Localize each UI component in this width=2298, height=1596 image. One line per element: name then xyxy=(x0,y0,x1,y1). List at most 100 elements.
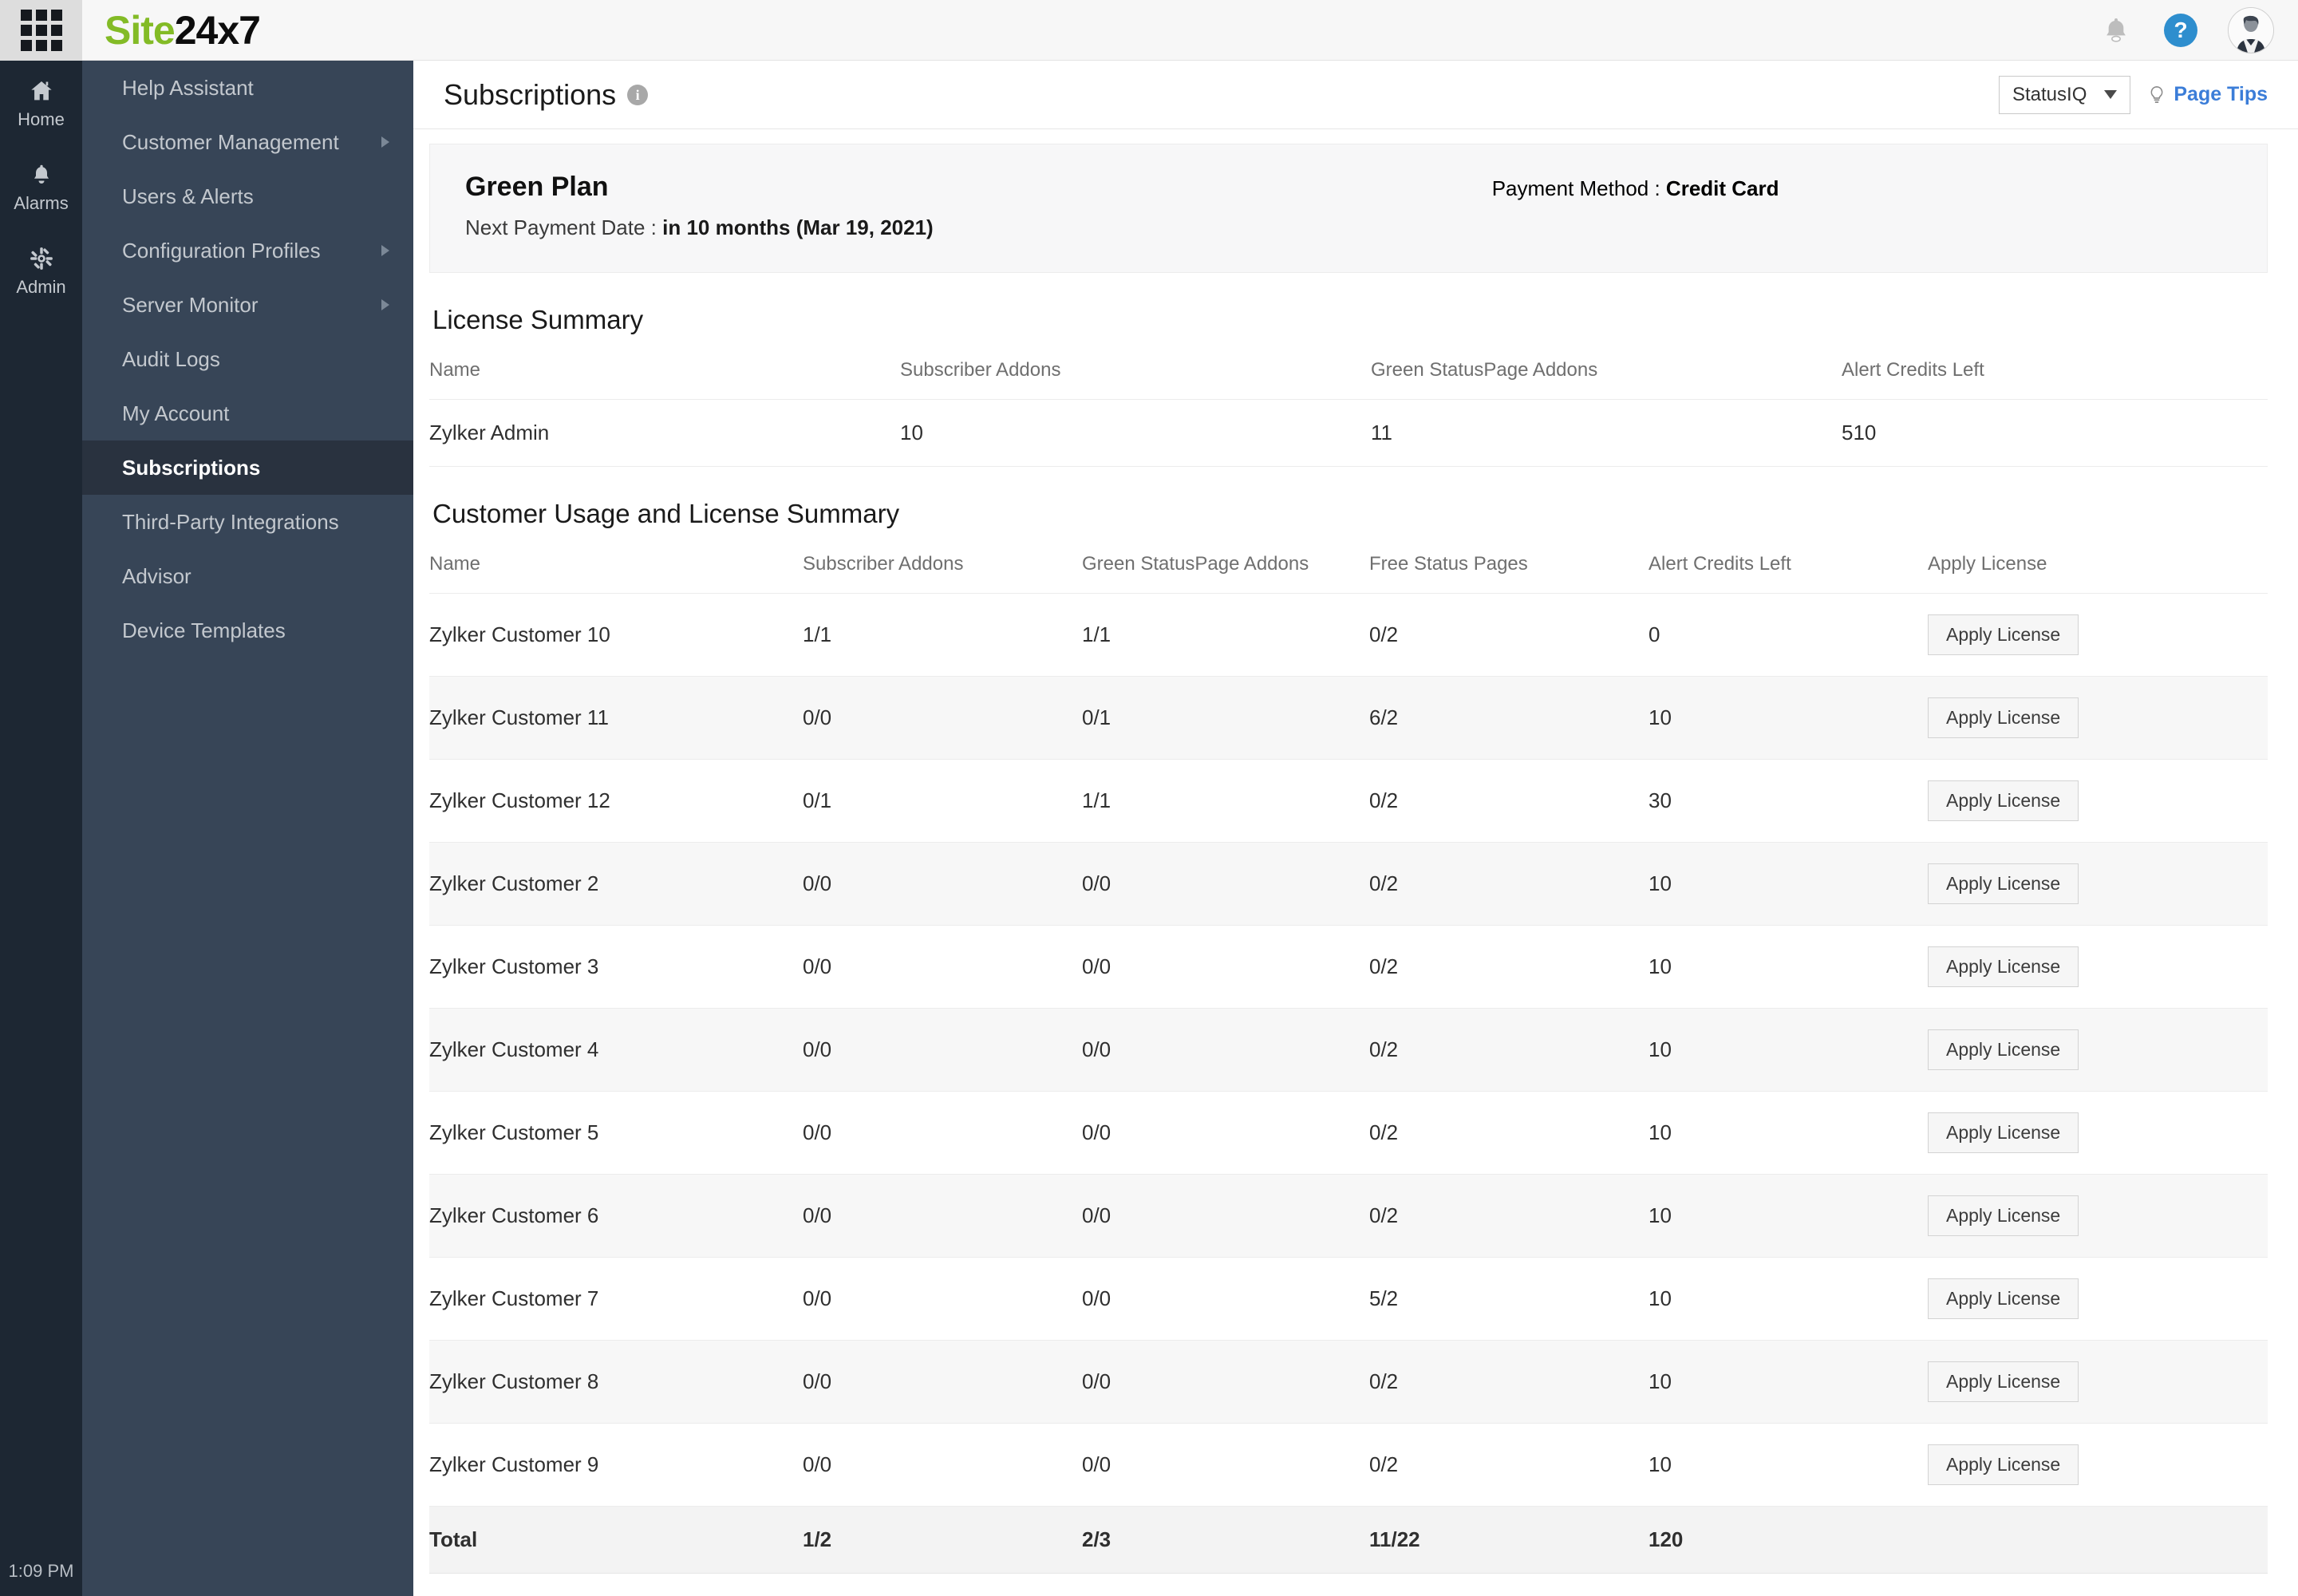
avatar[interactable] xyxy=(2228,6,2274,53)
product-select-value: StatusIQ xyxy=(2012,83,2087,105)
apply-license-button[interactable]: Apply License xyxy=(1928,1112,2079,1153)
cell-total-subscriber-addons: 1/2 xyxy=(803,1506,1082,1574)
sidebar-item-label: Users & Alerts xyxy=(122,184,254,208)
cell-name: Zylker Customer 6 xyxy=(429,1174,803,1258)
sidebar-item-label: Third-Party Integrations xyxy=(122,509,339,534)
apply-license-button[interactable]: Apply License xyxy=(1928,863,2079,904)
cell-apply-license: Apply License xyxy=(1928,842,2268,926)
cell-subscriber-addons: 0/0 xyxy=(803,1174,1082,1258)
table-row: Zylker Customer 2 0/0 0/0 0/2 10 Apply Licens… xyxy=(429,842,2268,926)
sidebar-item-label: Server Monitor xyxy=(122,292,259,317)
chevron-down-icon xyxy=(2104,90,2118,99)
apply-license-button[interactable]: Apply License xyxy=(1928,780,2079,821)
chevron-right-icon xyxy=(381,136,389,148)
cell-name: Zylker Customer 11 xyxy=(429,676,803,760)
rail-item-admin[interactable]: Admin xyxy=(0,228,82,312)
sidebar-item-label: Help Assistant xyxy=(122,75,254,100)
apply-license-button[interactable]: Apply License xyxy=(1928,1029,2079,1070)
rail-label-alarms: Alarms xyxy=(14,193,69,213)
cell-alert-credits-left: 30 xyxy=(1648,759,1928,843)
sidebar-item-advisor[interactable]: Advisor xyxy=(82,549,413,603)
cell-name: Zylker Customer 9 xyxy=(429,1423,803,1507)
table-row: Zylker Customer 9 0/0 0/0 0/2 10 Apply Licens… xyxy=(429,1423,2268,1507)
apps-grid-glyph xyxy=(20,9,62,51)
table-row: Zylker Customer 12 0/1 1/1 0/2 30 Apply Licen… xyxy=(429,759,2268,843)
usage-summary-body: Zylker Customer 10 1/1 1/1 0/2 0 Apply Licens… xyxy=(429,593,2268,1574)
table-row: Zylker Customer 8 0/0 0/0 0/2 10 Apply Licens… xyxy=(429,1340,2268,1424)
page-title: Subscriptions xyxy=(444,77,617,111)
cell-green-statuspage-addons: 0/0 xyxy=(1082,1091,1369,1175)
brand-logo-dark: 24x7 xyxy=(174,7,261,53)
column-header-green-statuspage-addons: Green StatusPage Addons xyxy=(1082,547,1369,594)
rail-item-alarms[interactable]: Alarms xyxy=(0,144,82,228)
clock: 1:09 PM xyxy=(8,1561,74,1581)
sidebar-item-label: Audit Logs xyxy=(122,346,220,371)
sidebar-menu: Help Assistant Customer Management Users… xyxy=(82,61,413,1596)
cell-subscriber-addons: 10 xyxy=(900,399,1371,467)
cell-subscriber-addons: 0/0 xyxy=(803,925,1082,1009)
cell-subscriber-addons: 0/0 xyxy=(803,1008,1082,1092)
main-content: Subscriptions i StatusIQ Page Tips Green… xyxy=(413,61,2298,1596)
sidebar-item-label: Customer Management xyxy=(122,129,339,154)
sidebar-item-server-monitor[interactable]: Server Monitor xyxy=(82,278,413,332)
lightbulb-icon xyxy=(2150,85,2163,103)
cell-subscriber-addons: 0/0 xyxy=(803,842,1082,926)
sidebar-item-subscriptions[interactable]: Subscriptions xyxy=(82,440,413,495)
cell-name: Zylker Admin xyxy=(429,399,900,467)
sidebar-item-my-account[interactable]: My Account xyxy=(82,386,413,440)
notification-bell-icon[interactable] xyxy=(2099,13,2134,48)
help-icon[interactable]: ? xyxy=(2164,13,2197,47)
gear-icon xyxy=(30,247,53,270)
cell-name: Zylker Customer 5 xyxy=(429,1091,803,1175)
cell-green-statuspage-addons: 0/0 xyxy=(1082,1423,1369,1507)
cell-apply-license: Apply License xyxy=(1928,1091,2268,1175)
cell-name: Zylker Customer 10 xyxy=(429,593,803,677)
cell-subscriber-addons: 0/0 xyxy=(803,1423,1082,1507)
rail-label-admin: Admin xyxy=(16,277,66,297)
sidebar-item-configuration-profiles[interactable]: Configuration Profiles xyxy=(82,223,413,278)
brand-logo-green: Site xyxy=(105,7,176,53)
apply-license-button[interactable]: Apply License xyxy=(1928,1444,2079,1485)
info-icon[interactable]: i xyxy=(627,84,649,105)
cell-free-status-pages: 0/2 xyxy=(1369,1091,1648,1175)
product-select[interactable]: StatusIQ xyxy=(1998,75,2131,114)
table-row: Zylker Customer 7 0/0 0/0 5/2 10 Apply Licens… xyxy=(429,1257,2268,1341)
apply-license-button[interactable]: Apply License xyxy=(1928,1361,2079,1402)
sidebar-item-device-templates[interactable]: Device Templates xyxy=(82,603,413,658)
sidebar-item-third-party-integrations[interactable]: Third-Party Integrations xyxy=(82,495,413,549)
brand-logo[interactable]: Site24x7 xyxy=(105,7,261,53)
apply-license-button[interactable]: Apply License xyxy=(1928,1195,2079,1236)
apply-license-button[interactable]: Apply License xyxy=(1928,614,2079,655)
payment-method-label: Payment Method : xyxy=(1491,176,1660,200)
sidebar-item-users-alerts[interactable]: Users & Alerts xyxy=(82,169,413,223)
rail-label-home: Home xyxy=(18,109,65,129)
usage-summary-table: Name Subscriber Addons Green StatusPage … xyxy=(429,547,2268,1574)
page-tips-button[interactable]: Page Tips xyxy=(2146,82,2268,108)
table-total-row: Total 1/2 2/3 11/22 120 xyxy=(429,1506,2268,1574)
license-summary-table: Name Subscriber Addons Green StatusPage … xyxy=(429,353,2268,467)
cell-apply-license: Apply License xyxy=(1928,1257,2268,1341)
rail-item-home[interactable]: Home xyxy=(0,61,82,144)
cell-alert-credits-left: 10 xyxy=(1648,925,1928,1009)
cell-apply-license: Apply License xyxy=(1928,676,2268,760)
sidebar-item-customer-management[interactable]: Customer Management xyxy=(82,115,413,169)
cell-free-status-pages: 0/2 xyxy=(1369,1423,1648,1507)
apply-license-button[interactable]: Apply License xyxy=(1928,946,2079,987)
usage-summary-heading: Customer Usage and License Summary xyxy=(432,499,900,528)
cell-apply-license: Apply License xyxy=(1928,1174,2268,1258)
cell-apply-license: Apply License xyxy=(1928,1008,2268,1092)
page-tips-label: Page Tips xyxy=(2174,83,2268,105)
cell-total-apply-license xyxy=(1928,1506,2268,1574)
column-header-subscriber-addons: Subscriber Addons xyxy=(900,353,1371,400)
sidebar-item-help-assistant[interactable]: Help Assistant xyxy=(82,61,413,115)
payment-method-value: Credit Card xyxy=(1665,176,1779,200)
cell-name: Zylker Customer 2 xyxy=(429,842,803,926)
cell-name: Zylker Customer 12 xyxy=(429,759,803,843)
cell-free-status-pages: 0/2 xyxy=(1369,925,1648,1009)
sidebar-item-audit-logs[interactable]: Audit Logs xyxy=(82,332,413,386)
cell-alert-credits-left: 10 xyxy=(1648,1091,1928,1175)
apply-license-button[interactable]: Apply License xyxy=(1928,697,2079,738)
cell-name: Zylker Customer 8 xyxy=(429,1340,803,1424)
apps-grid-icon[interactable] xyxy=(0,0,82,61)
apply-license-button[interactable]: Apply License xyxy=(1928,1278,2079,1319)
